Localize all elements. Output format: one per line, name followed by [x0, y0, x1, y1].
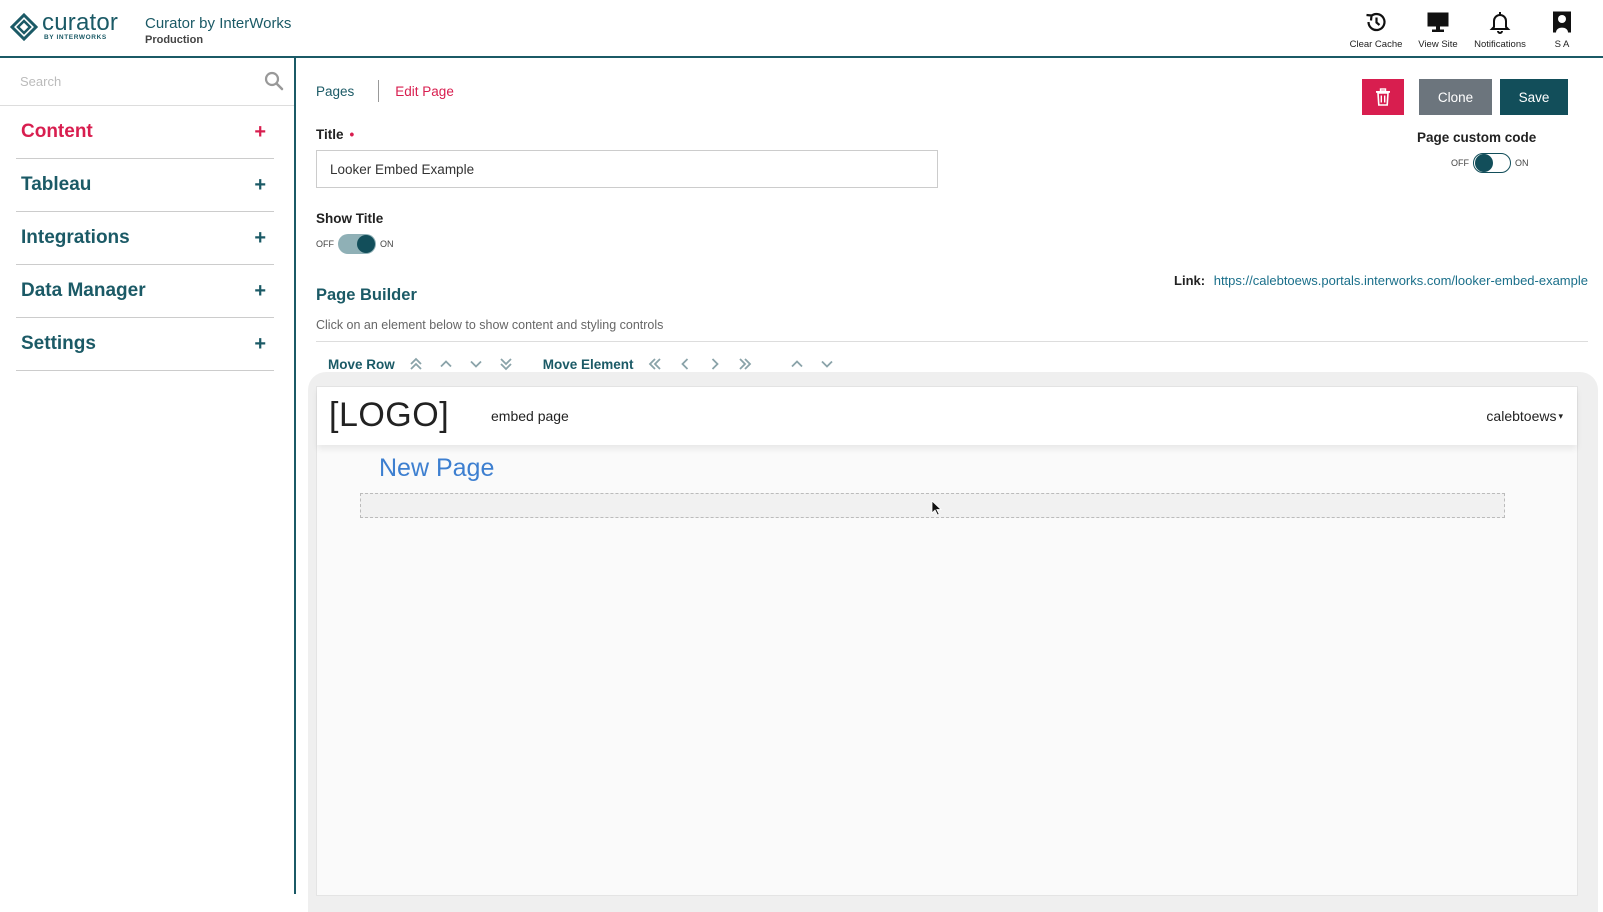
sidebar-item-content[interactable]: Content +	[16, 106, 274, 159]
search-input[interactable]	[0, 58, 294, 105]
brand-name: curator	[42, 9, 119, 36]
user-icon	[1553, 11, 1571, 33]
title-label-text: Title	[316, 127, 344, 142]
preview-nav-link[interactable]: embed page	[491, 408, 569, 424]
move-element-label: Move Element	[542, 356, 634, 372]
sidebar-item-label: Integrations	[21, 227, 130, 248]
title-label: Title •	[316, 127, 354, 142]
preview-page-heading[interactable]: New Page	[379, 454, 494, 483]
expand-icon[interactable]: +	[254, 174, 266, 197]
sidebar-item-settings[interactable]: Settings +	[16, 318, 274, 371]
sidebar: Content + Tableau + Integrations + Data …	[0, 58, 296, 894]
monitor-icon	[1427, 12, 1449, 32]
mouse-cursor-icon	[931, 500, 943, 516]
history-icon	[1366, 12, 1386, 32]
move-row-up-icon[interactable]	[431, 354, 461, 374]
sidebar-search	[0, 58, 294, 106]
page-url-link[interactable]: https://calebtoews.portals.interworks.co…	[1214, 273, 1588, 288]
brand-subtitle: BY INTERWORKS	[44, 34, 107, 41]
sidebar-nav: Content + Tableau + Integrations + Data …	[16, 106, 274, 371]
custom-code-label: Page custom code	[1417, 130, 1537, 145]
sidebar-item-label: Content	[21, 121, 93, 142]
sidebar-item-tableau[interactable]: Tableau +	[16, 159, 274, 212]
view-site-button[interactable]: View Site	[1407, 10, 1469, 50]
move-element-up-icon[interactable]	[782, 354, 812, 374]
custom-code-toggle-group: OFF ON	[1451, 153, 1529, 173]
divider	[316, 341, 1588, 342]
sidebar-item-label: Settings	[21, 333, 96, 354]
page-builder-subtitle: Click on an element below to show conten…	[316, 318, 664, 332]
save-button[interactable]: Save	[1500, 79, 1568, 115]
notifications-label: Notifications	[1474, 39, 1526, 50]
clear-cache-button[interactable]: Clear Cache	[1345, 10, 1407, 50]
caret-down-icon: ▾	[1558, 411, 1563, 421]
required-indicator: •	[349, 127, 355, 142]
delete-button[interactable]	[1362, 79, 1404, 115]
site-environment: Production	[145, 34, 204, 46]
preview-logo[interactable]: [LOGO]	[329, 396, 449, 435]
page-link: Link: https://calebtoews.portals.interwo…	[1174, 273, 1588, 288]
move-element-last-icon[interactable]	[730, 354, 760, 374]
move-toolbar: Move Row Move Element	[328, 354, 842, 374]
expand-icon[interactable]: +	[254, 280, 266, 303]
page-preview-frame[interactable]: [LOGO] embed page calebtoews ▾ New Page	[316, 386, 1578, 896]
move-element-first-icon[interactable]	[640, 354, 670, 374]
toggle-on-label: ON	[1515, 158, 1529, 168]
title-input[interactable]	[316, 150, 938, 188]
user-menu-button[interactable]: S A	[1531, 10, 1593, 50]
toggle-off-label: OFF	[316, 239, 334, 249]
trash-icon	[1376, 88, 1390, 106]
expand-icon[interactable]: +	[254, 227, 266, 250]
sidebar-item-data-manager[interactable]: Data Manager +	[16, 265, 274, 318]
preview-user-menu[interactable]: calebtoews ▾	[1486, 408, 1563, 424]
breadcrumb-pages-link[interactable]: Pages	[316, 84, 354, 99]
notifications-button[interactable]: Notifications	[1469, 10, 1531, 50]
sidebar-item-label: Data Manager	[21, 280, 146, 301]
curator-mark-icon	[10, 12, 38, 41]
custom-code-toggle[interactable]	[1473, 153, 1511, 173]
breadcrumb: Pages Edit Page	[316, 80, 454, 102]
clone-button[interactable]: Clone	[1419, 79, 1492, 115]
page-builder-canvas: [LOGO] embed page calebtoews ▾ New Page	[308, 372, 1598, 912]
curator-logo[interactable]: curator BY INTERWORKS	[10, 9, 119, 41]
sidebar-item-integrations[interactable]: Integrations +	[16, 212, 274, 265]
breadcrumb-divider	[378, 80, 380, 102]
move-row-bottom-icon[interactable]	[491, 354, 521, 374]
top-header: curator BY INTERWORKS Curator by InterWo…	[0, 0, 1603, 58]
move-element-left-icon[interactable]	[670, 354, 700, 374]
show-title-label: Show Title	[316, 211, 384, 226]
preview-navbar[interactable]: [LOGO] embed page calebtoews ▾	[317, 387, 1577, 445]
toggle-knob	[1475, 154, 1493, 172]
bell-icon	[1489, 12, 1511, 34]
link-label: Link:	[1174, 273, 1206, 288]
main-panel: Pages Edit Page Clone Save Page custom c…	[298, 58, 1603, 912]
page-builder-title: Page Builder	[316, 286, 417, 304]
toggle-knob	[357, 235, 375, 253]
move-element-down-icon[interactable]	[812, 354, 842, 374]
move-row-label: Move Row	[328, 356, 395, 372]
breadcrumb-current[interactable]: Edit Page	[395, 84, 454, 99]
move-row-down-icon[interactable]	[461, 354, 491, 374]
search-icon[interactable]	[264, 71, 284, 91]
clear-cache-label: Clear Cache	[1349, 39, 1403, 50]
view-site-label: View Site	[1418, 39, 1458, 50]
move-row-top-icon[interactable]	[401, 354, 431, 374]
sidebar-item-label: Tableau	[21, 174, 92, 195]
expand-icon[interactable]: +	[254, 121, 266, 144]
show-title-toggle-group: OFF ON	[316, 234, 394, 254]
expand-icon[interactable]: +	[254, 333, 266, 356]
show-title-toggle[interactable]	[338, 234, 376, 254]
preview-user-name: calebtoews	[1486, 408, 1557, 424]
toggle-off-label: OFF	[1451, 158, 1469, 168]
user-initials: S A	[1554, 39, 1570, 50]
site-title: Curator by InterWorks	[145, 15, 292, 32]
toggle-on-label: ON	[380, 239, 394, 249]
header-actions: Clear Cache View Site Notifications S A	[1345, 10, 1593, 50]
move-element-right-icon[interactable]	[700, 354, 730, 374]
